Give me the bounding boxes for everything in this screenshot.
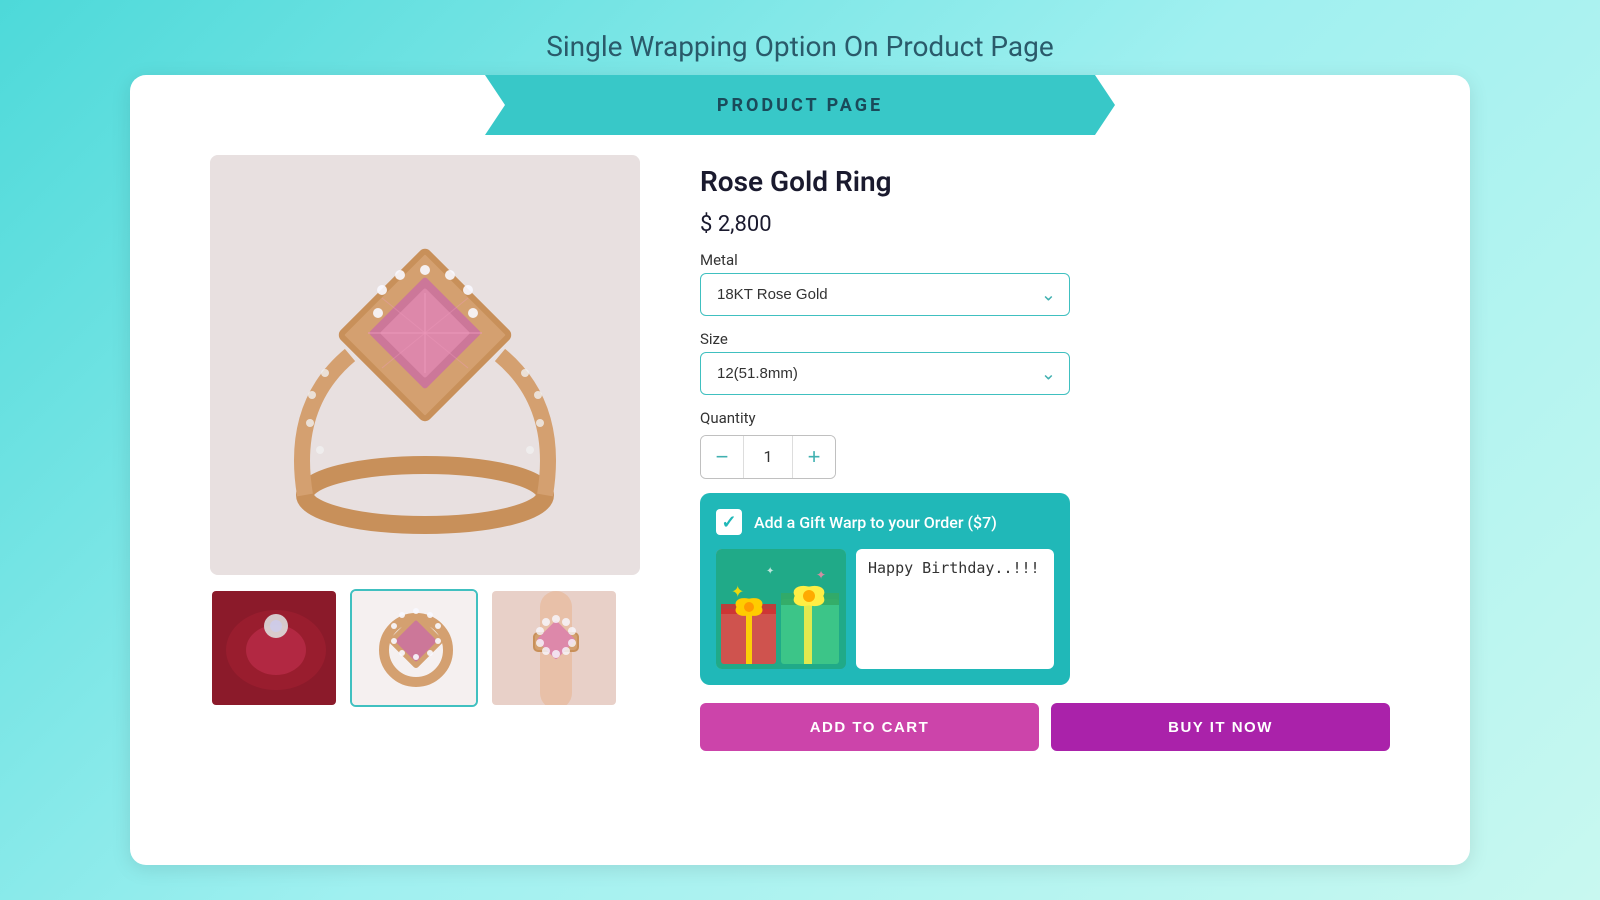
action-buttons: ADD TO CART BUY IT NOW	[700, 703, 1390, 751]
metal-label: Metal	[700, 251, 1390, 269]
gift-wrap-content: ✦ ✦ ✦	[716, 549, 1054, 669]
banner-wrap: PRODUCT PAGE	[485, 75, 1115, 135]
size-label: Size	[700, 330, 1390, 348]
page-title: Single Wrapping Option On Product Page	[546, 30, 1054, 63]
gift-wrap-label: Add a Gift Warp to your Order ($7)	[754, 513, 997, 532]
size-select[interactable]: 12(51.8mm) 13(52.5mm) 14(53.4mm) 15(54.4…	[700, 352, 1070, 395]
thumbnail-row	[210, 589, 640, 707]
thumbnail-3[interactable]	[490, 589, 618, 707]
quantity-increase-button[interactable]: +	[793, 436, 835, 478]
product-card: PRODUCT PAGE	[130, 75, 1470, 865]
gift-wrap-box: ✓ Add a Gift Warp to your Order ($7)	[700, 493, 1070, 685]
gift-wrap-header: ✓ Add a Gift Warp to your Order ($7)	[716, 509, 1054, 535]
svg-text:✦: ✦	[816, 568, 826, 582]
svg-text:✦: ✦	[731, 582, 744, 601]
svg-text:✦: ✦	[766, 566, 774, 577]
quantity-section: Quantity − 1 +	[700, 409, 1390, 479]
thumbnail-2[interactable]	[350, 589, 478, 707]
quantity-stepper: − 1 +	[700, 435, 836, 479]
checkmark-icon: ✓	[721, 512, 736, 533]
gift-message-input[interactable]	[856, 549, 1054, 669]
product-title: Rose Gold Ring	[700, 165, 1390, 198]
quantity-decrease-button[interactable]: −	[701, 436, 743, 478]
main-product-image	[210, 155, 640, 575]
add-to-cart-button[interactable]: ADD TO CART	[700, 703, 1039, 751]
thumbnail-1[interactable]	[210, 589, 338, 707]
product-price: $ 2,800	[700, 212, 1390, 237]
gift-wrap-image: ✦ ✦ ✦	[716, 549, 846, 669]
metal-select[interactable]: 18KT Rose Gold 18KT White Gold 18KT Yell…	[700, 273, 1070, 316]
left-side	[210, 155, 640, 707]
metal-section: Metal 18KT Rose Gold 18KT White Gold 18K…	[700, 251, 1390, 316]
gift-wrap-checkbox[interactable]: ✓	[716, 509, 742, 535]
buy-now-button[interactable]: BUY IT NOW	[1051, 703, 1390, 751]
quantity-value: 1	[743, 436, 793, 478]
size-section: Size 12(51.8mm) 13(52.5mm) 14(53.4mm) 15…	[700, 330, 1390, 395]
right-side: Rose Gold Ring $ 2,800 Metal 18KT Rose G…	[700, 155, 1390, 751]
quantity-label: Quantity	[700, 409, 1390, 427]
main-content: Rose Gold Ring $ 2,800 Metal 18KT Rose G…	[130, 135, 1470, 865]
banner-text: PRODUCT PAGE	[717, 95, 883, 116]
